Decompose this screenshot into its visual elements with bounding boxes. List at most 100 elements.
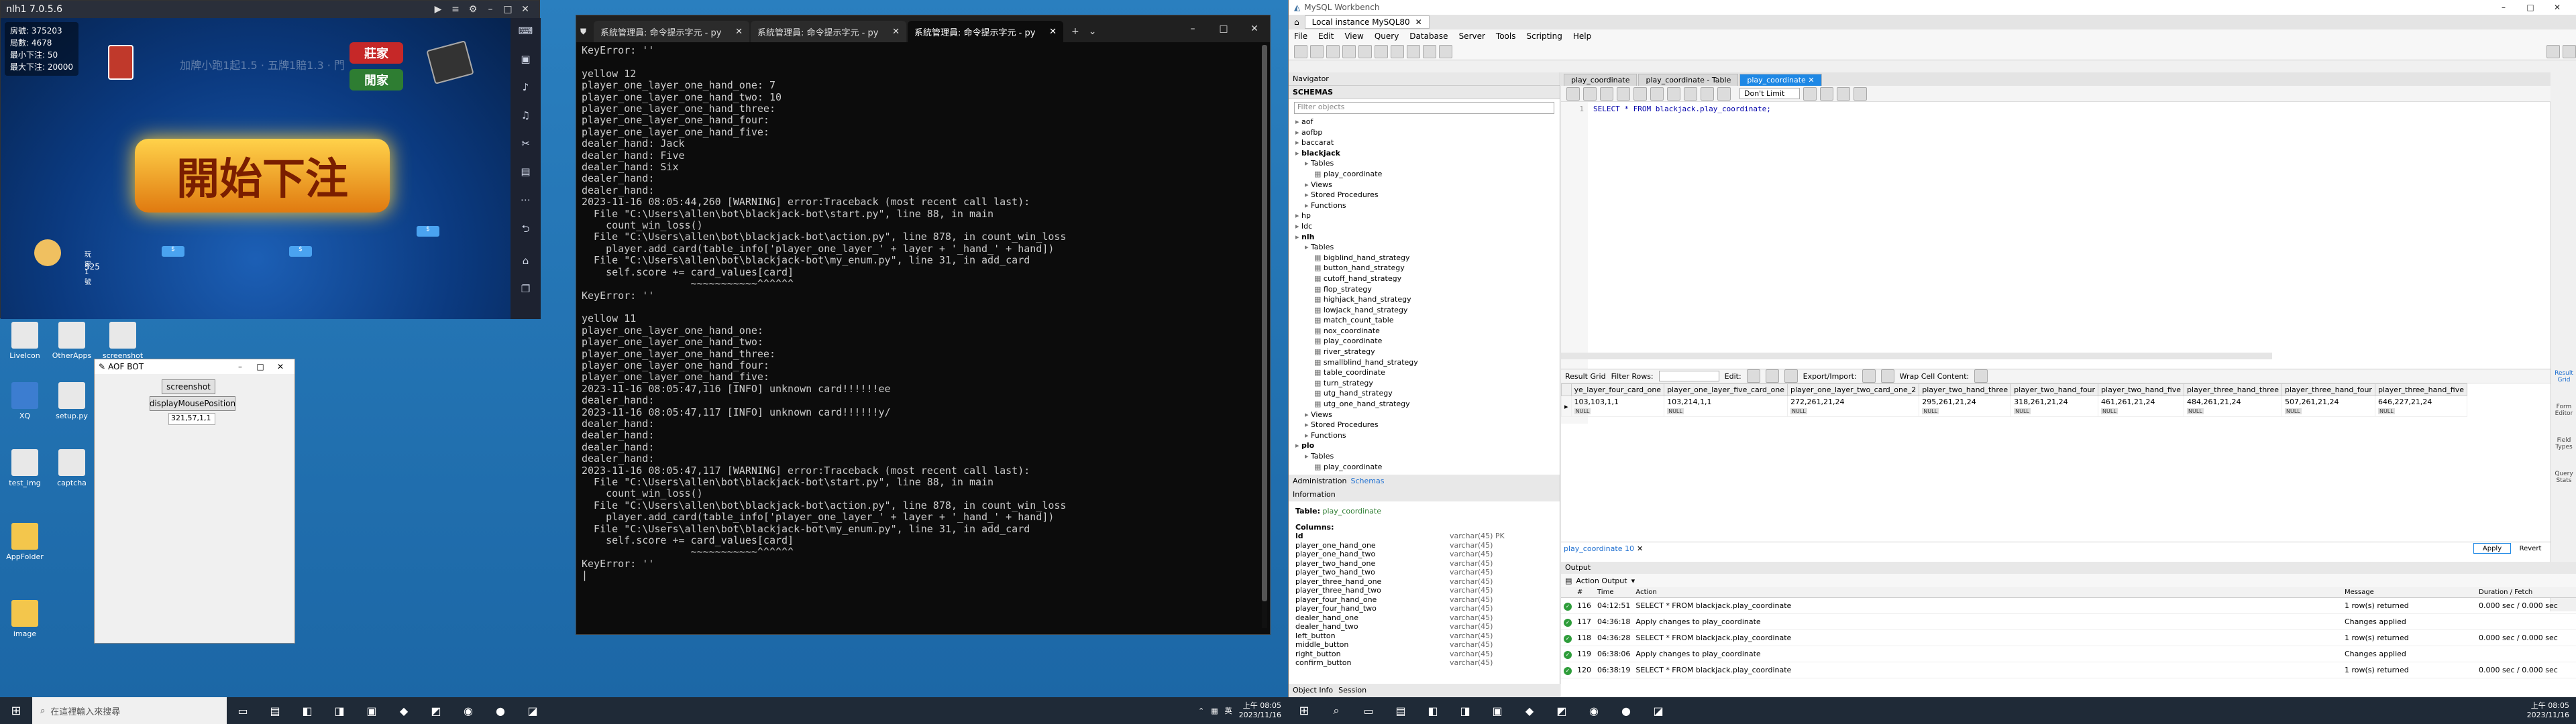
menu-server[interactable]: Server xyxy=(1459,32,1485,41)
vscode-icon[interactable]: ◆ xyxy=(1513,697,1546,724)
menu-help[interactable]: Help xyxy=(1573,32,1591,41)
back-icon[interactable]: ⮌ xyxy=(521,222,529,239)
grid-cell[interactable]: 103,214,1,1 NULL xyxy=(1664,396,1788,417)
tree-item[interactable]: ▸ Functions xyxy=(1295,200,1560,211)
menu-icon[interactable]: ≡ xyxy=(447,4,464,15)
open-file-icon[interactable] xyxy=(1566,86,1580,101)
grid-cell[interactable]: 484,261,21,24 NULL xyxy=(2184,396,2282,417)
grid-cell[interactable]: 272,261,21,24 NULL xyxy=(1786,396,1920,417)
create-schema-icon[interactable] xyxy=(1342,44,1356,58)
edit-row-icon[interactable] xyxy=(1746,369,1760,383)
find-icon[interactable] xyxy=(1820,86,1833,101)
export-icon[interactable] xyxy=(1862,369,1876,383)
task-view-icon[interactable]: ▭ xyxy=(1352,697,1385,724)
app-icon[interactable]: ◩ xyxy=(1546,697,1578,724)
tree-item[interactable]: ▦ nox_coordinate xyxy=(1295,326,1560,337)
clock[interactable]: 上午 08:05 2023/11/16 xyxy=(2527,701,2569,720)
filter-rows-input[interactable] xyxy=(1658,371,1719,381)
autocommit-icon[interactable] xyxy=(1717,86,1731,101)
tree-item[interactable]: ▸ blackjack xyxy=(1295,148,1560,159)
wrap-icon[interactable] xyxy=(1854,86,1867,101)
add-row-icon[interactable] xyxy=(1765,369,1779,383)
gear-icon[interactable]: ⚙ xyxy=(464,4,482,15)
output-row[interactable]: ✓ 120 06:38:19 SELECT * FROM blackjack.play… xyxy=(1561,662,2576,678)
toggle-error-icon[interactable] xyxy=(1667,86,1680,101)
menu-view[interactable]: View xyxy=(1344,32,1363,41)
minimize-icon[interactable]: – xyxy=(230,362,250,371)
menu-database[interactable]: Database xyxy=(1409,32,1448,41)
vscode-icon[interactable]: ◆ xyxy=(388,697,420,724)
more-icon[interactable]: ⋯ xyxy=(521,194,531,206)
table-row[interactable]: ▸ 103,103,1,1 NULL 103,214,1,1 NULL 272,261,2… xyxy=(1561,396,2468,417)
grid-cell[interactable]: 295,261,21,24 NULL xyxy=(1919,396,2012,417)
grid-column-header[interactable]: player_one_layer_two_card_one_2 xyxy=(1786,383,1920,396)
tree-item[interactable]: ▸ Views xyxy=(1295,410,1560,420)
desktop-icon[interactable]: OtherApps xyxy=(48,322,95,360)
output-row[interactable]: ✓ 118 04:36:28 SELECT * FROM blackjack.play… xyxy=(1561,629,2576,646)
result-tab[interactable]: play_coordinate 10 xyxy=(1564,544,1634,553)
tree-item[interactable]: ▦ play_coordinate xyxy=(1295,169,1560,180)
explorer-icon[interactable]: ▤ xyxy=(1385,697,1417,724)
desktop-icon[interactable]: test_img xyxy=(1,449,48,487)
menu-edit[interactable]: Edit xyxy=(1318,32,1334,41)
grid-column-header[interactable]: player_two_hand_three xyxy=(1919,383,2012,396)
tree-item[interactable]: ▸ Functions xyxy=(1295,430,1560,441)
beautify-icon[interactable] xyxy=(1803,86,1817,101)
app-icon[interactable]: ◧ xyxy=(291,697,323,724)
close-icon[interactable]: ✕ xyxy=(1637,544,1643,553)
close-icon[interactable]: ✕ xyxy=(731,27,743,37)
app-icon[interactable]: ◪ xyxy=(517,697,549,724)
terminal-tab[interactable]: 系統管理員: 命令提示字元 - py ✕ xyxy=(751,21,906,42)
output-row[interactable]: ✓ 119 06:38:06 Apply changes to play_coordi… xyxy=(1561,646,2576,662)
tree-item[interactable]: ▦ cutoff_hand_strategy xyxy=(1295,274,1560,284)
app-icon[interactable]: ◪ xyxy=(1642,697,1674,724)
maximize-icon[interactable]: □ xyxy=(2517,3,2544,12)
settings-icon[interactable] xyxy=(2546,44,2560,58)
save-icon[interactable] xyxy=(1583,86,1597,101)
bet-chip[interactable]: $ xyxy=(417,226,439,237)
commit-icon[interactable] xyxy=(1684,86,1697,101)
close-icon[interactable]: ✕ xyxy=(1415,17,1422,27)
tree-item[interactable]: ▸ Tables xyxy=(1295,451,1560,462)
tree-item[interactable]: ▸ Tables xyxy=(1295,158,1560,169)
tree-item[interactable]: ▦ match_count_table xyxy=(1295,315,1560,326)
query-tab[interactable]: play_coordinate xyxy=(1564,74,1638,86)
chevron-up-icon[interactable]: ⌃ xyxy=(1198,707,1204,715)
tab-administration[interactable]: Administration xyxy=(1293,477,1347,486)
close-icon[interactable]: ✕ xyxy=(1808,76,1814,84)
desktop-icon[interactable]: captcha xyxy=(48,449,95,487)
limit-select[interactable]: Don't Limit xyxy=(1739,88,1800,99)
reconnect-icon[interactable] xyxy=(1439,44,1452,58)
menu-query[interactable]: Query xyxy=(1375,32,1399,41)
input-language[interactable]: 英 xyxy=(1225,705,1232,716)
grid-column-header[interactable]: player_two_hand_four xyxy=(2010,383,2099,396)
display-mouse-position-button[interactable]: displayMousePosition xyxy=(150,396,235,411)
inspector-icon[interactable] xyxy=(1326,44,1340,58)
home-icon[interactable]: ⌂ xyxy=(1294,17,1299,27)
desktop-icon[interactable]: setup.py xyxy=(48,382,95,420)
tree-item[interactable]: ▦ utg_one_hand_strategy xyxy=(1295,399,1560,410)
tab-session[interactable]: Session xyxy=(1338,686,1366,695)
grid-cell[interactable]: 461,261,21,24 NULL xyxy=(2098,396,2185,417)
tree-item[interactable]: ▦ play_coordinate xyxy=(1295,336,1560,347)
grid-column-header[interactable]: player_three_hand_four xyxy=(2282,383,2375,396)
chrome-icon[interactable]: ◉ xyxy=(452,697,484,724)
layout-icon[interactable] xyxy=(2563,44,2576,58)
volume-down-icon[interactable]: ♫ xyxy=(521,109,530,121)
row-marker-icon[interactable]: ▸ xyxy=(1561,396,1572,417)
tree-item[interactable]: ▸ ldc xyxy=(1295,221,1560,232)
grid-column-header[interactable]: player_three_hand_three xyxy=(2184,383,2282,396)
screenshot-button[interactable]: screenshot xyxy=(162,379,215,394)
line-icon[interactable]: ● xyxy=(1610,697,1642,724)
close-icon[interactable]: ✕ xyxy=(270,362,290,371)
tab-schemas[interactable]: Schemas xyxy=(1351,477,1385,486)
grid-column-header[interactable]: player_three_hand_five xyxy=(2374,383,2468,396)
create-table-icon[interactable] xyxy=(1358,44,1372,58)
terminal-tab[interactable]: 系統管理員: 命令提示字元 - py ✕ xyxy=(594,21,749,42)
output-row[interactable]: ✓ 116 04:12:51 SELECT * FROM blackjack.play… xyxy=(1561,597,2576,614)
filter-objects-input[interactable]: Filter objects xyxy=(1294,102,1554,114)
create-view-icon[interactable] xyxy=(1375,44,1388,58)
tree-item[interactable]: ▦ play_coordinate xyxy=(1295,462,1560,473)
wrap-cell-icon[interactable] xyxy=(1974,369,1988,383)
home-icon[interactable]: ⌂ xyxy=(523,255,529,267)
